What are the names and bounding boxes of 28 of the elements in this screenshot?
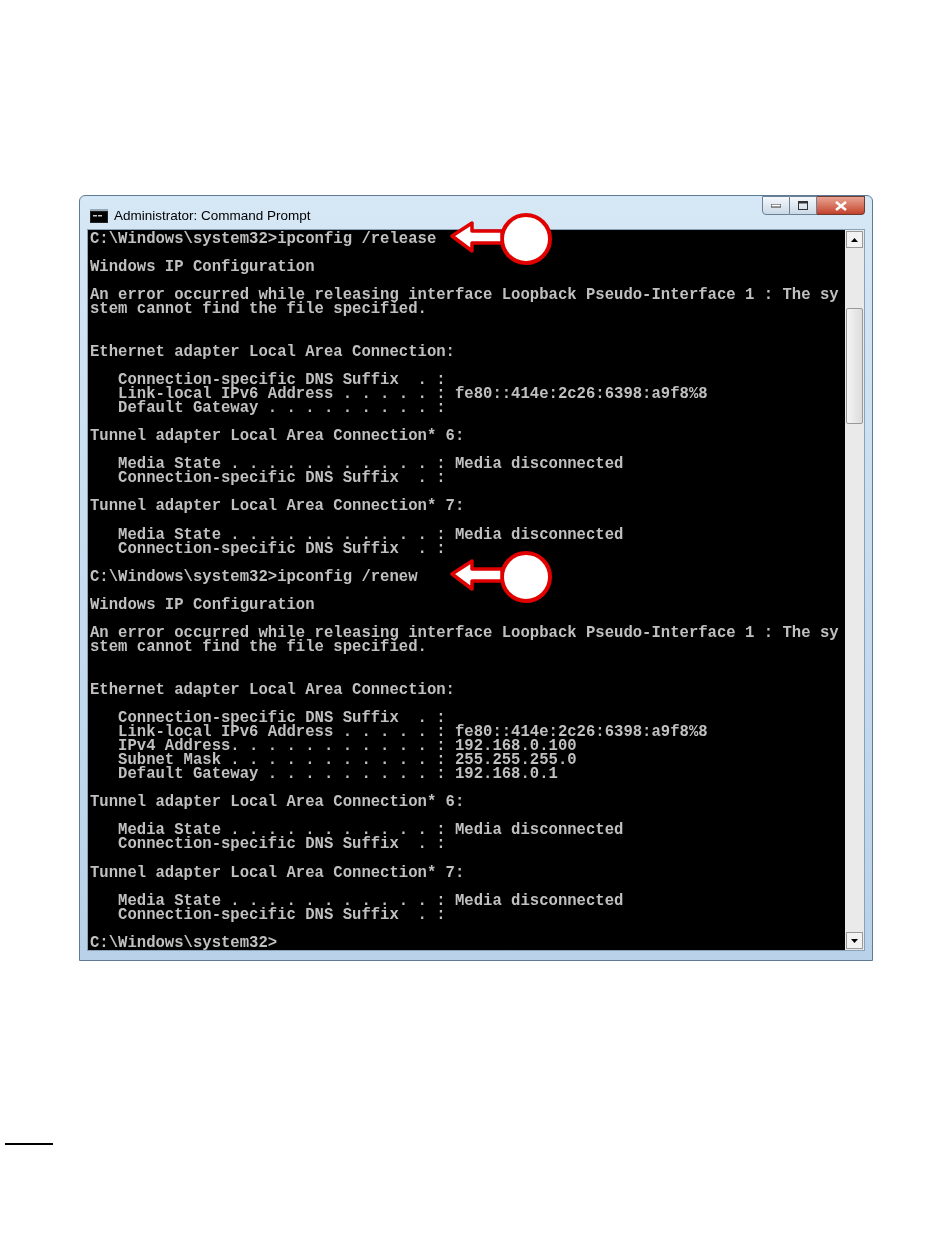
console-line: C:\Windows\system32>	[90, 933, 278, 952]
window-title: Administrator: Command Prompt	[114, 207, 311, 225]
scrollbar[interactable]	[845, 230, 864, 950]
console-line: Connection-specific DNS Suffix . :	[117, 539, 446, 558]
console-line: Windows IP Configuration	[90, 258, 315, 277]
console-line: Tunnel adapter Local Area Connection* 7:	[90, 497, 465, 516]
console-line: Connection-specific DNS Suffix . :	[117, 905, 446, 924]
console-line: Tunnel adapter Local Area Connection* 6:	[90, 427, 465, 446]
console-line: Tunnel adapter Local Area Connection* 6:	[90, 793, 465, 812]
close-button[interactable]	[817, 196, 865, 215]
maximize-button[interactable]	[790, 196, 817, 215]
console-line: C:\Windows\system32>ipconfig /renew	[90, 567, 418, 586]
console-line: Ethernet adapter Local Area Connection:	[90, 680, 455, 699]
console-line: Ethernet adapter Local Area Connection:	[90, 342, 455, 361]
console-line: C:\Windows\system32>ipconfig /release	[90, 230, 437, 248]
console-line: Default Gateway . . . . . . . . . :	[117, 398, 446, 417]
minimize-button[interactable]	[762, 196, 790, 215]
scroll-up-button[interactable]	[846, 231, 863, 248]
caret-down-icon	[851, 938, 858, 943]
scroll-thumb[interactable]	[846, 308, 863, 424]
maximize-icon	[798, 201, 808, 210]
console-line: Tunnel adapter Local Area Connection* 7:	[90, 863, 465, 882]
caret-up-icon	[851, 237, 858, 242]
close-icon	[834, 200, 847, 211]
minimize-icon	[771, 203, 781, 208]
console-line: Windows IP Configuration	[90, 596, 315, 615]
console-icon	[90, 209, 108, 224]
scroll-down-button[interactable]	[846, 932, 863, 949]
